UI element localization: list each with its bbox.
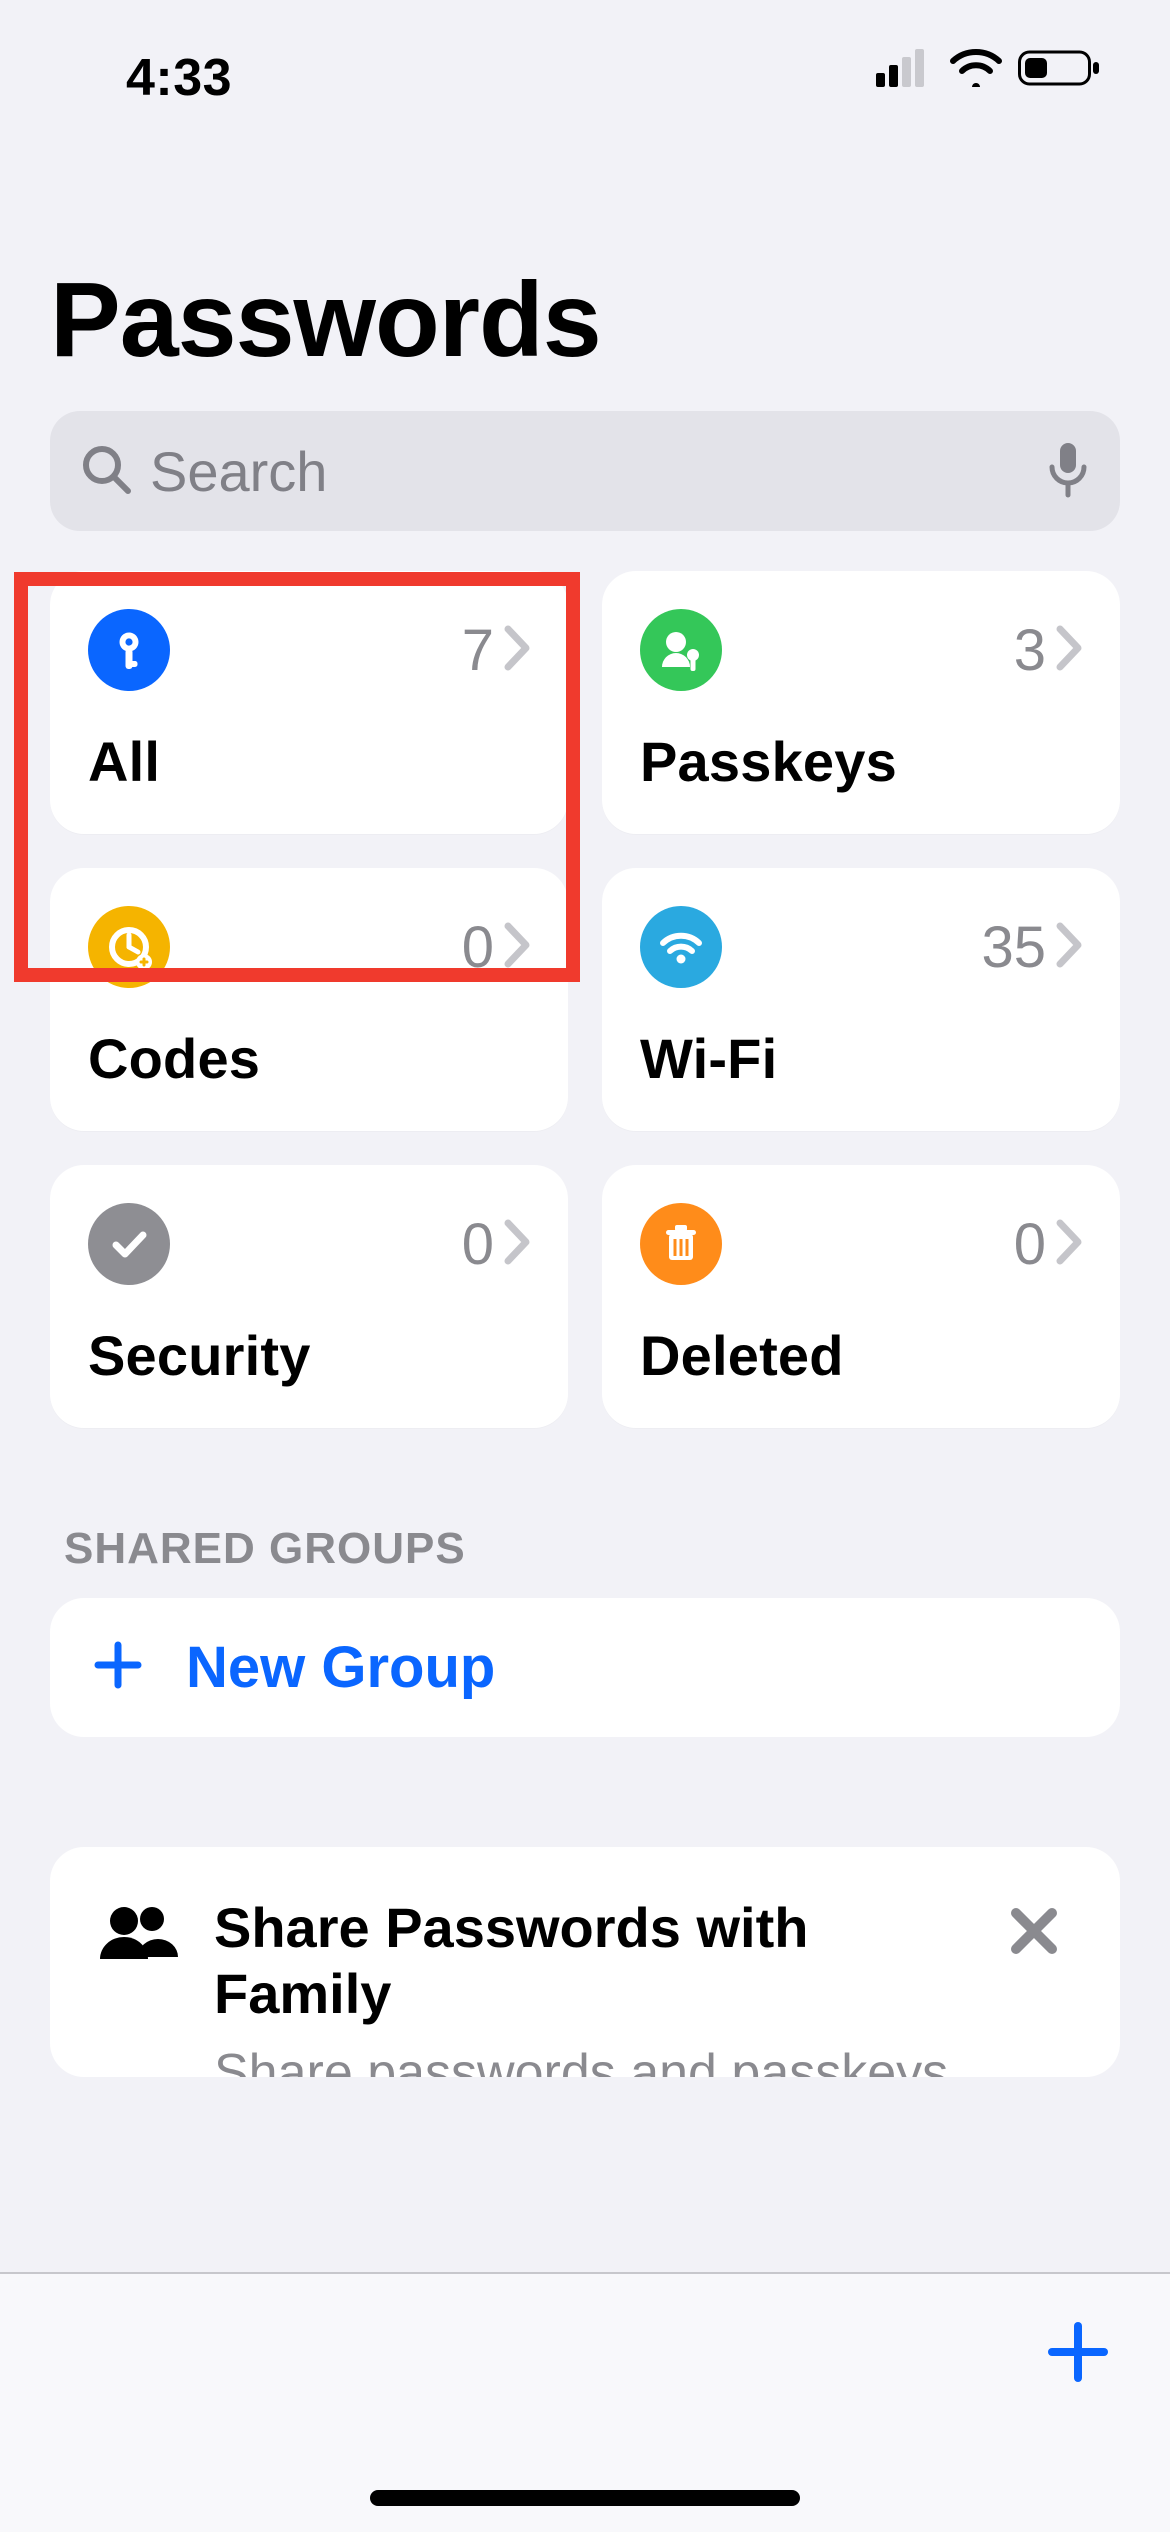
section-header-shared-groups: SHARED GROUPS <box>50 1428 1120 1598</box>
checkmark-icon <box>88 1203 170 1285</box>
share-card-title: Share Passwords with Family <box>214 1895 976 2027</box>
tile-all[interactable]: 7 All <box>50 571 568 834</box>
people-icon <box>94 1895 186 1970</box>
codes-icon <box>88 906 170 988</box>
chevron-right-icon <box>500 623 534 678</box>
chevron-right-icon <box>500 1217 534 1272</box>
tile-security-count: 0 <box>462 1211 494 1278</box>
tile-codes-label: Codes <box>88 990 534 1091</box>
search-bar[interactable] <box>50 411 1120 531</box>
tile-all-count: 7 <box>462 617 494 684</box>
status-bar: 4:33 <box>0 0 1170 140</box>
add-button[interactable] <box>1042 2316 1114 2393</box>
chevron-right-icon <box>1052 920 1086 975</box>
tile-wifi-count: 35 <box>981 914 1046 981</box>
mic-icon[interactable] <box>1046 439 1090 504</box>
new-group-button[interactable]: New Group <box>50 1598 1120 1737</box>
plus-icon <box>90 1637 146 1698</box>
tile-all-label: All <box>88 693 534 794</box>
search-input[interactable] <box>150 439 1028 504</box>
new-group-label: New Group <box>186 1634 495 1701</box>
passkey-icon <box>640 609 722 691</box>
status-time: 4:33 <box>56 48 232 108</box>
key-icon <box>88 609 170 691</box>
tile-passkeys-count: 3 <box>1014 617 1046 684</box>
wifi-tile-icon <box>640 906 722 988</box>
tile-codes[interactable]: 0 Codes <box>50 868 568 1131</box>
tile-deleted-count: 0 <box>1014 1211 1046 1278</box>
bottom-toolbar <box>0 2272 1170 2532</box>
tile-deleted[interactable]: 0 Deleted <box>602 1165 1120 1428</box>
search-icon <box>80 443 132 500</box>
chevron-right-icon <box>1052 1217 1086 1272</box>
status-indicators <box>876 48 1114 93</box>
trash-icon <box>640 1203 722 1285</box>
battery-icon <box>1018 48 1102 93</box>
home-indicator <box>370 2490 800 2506</box>
category-grid: 7 All <box>50 571 1120 1428</box>
tile-passkeys-label: Passkeys <box>640 693 1086 794</box>
cellular-icon <box>876 49 934 92</box>
tile-deleted-label: Deleted <box>640 1287 1086 1388</box>
tile-security[interactable]: 0 Security <box>50 1165 568 1428</box>
page-title: Passwords <box>0 140 1170 411</box>
chevron-right-icon <box>500 920 534 975</box>
tile-security-label: Security <box>88 1287 534 1388</box>
share-passwords-card[interactable]: Share Passwords with Family Share passwo… <box>50 1847 1120 2077</box>
tile-passkeys[interactable]: 3 Passkeys <box>602 571 1120 834</box>
tile-codes-count: 0 <box>462 914 494 981</box>
wifi-icon <box>950 49 1002 92</box>
tile-wifi-label: Wi-Fi <box>640 990 1086 1091</box>
chevron-right-icon <box>1052 623 1086 678</box>
share-card-body: Share passwords and passkeys safely and <box>214 2027 976 2077</box>
tile-wifi[interactable]: 35 Wi-Fi <box>602 868 1120 1131</box>
close-icon[interactable] <box>1004 1895 1076 1966</box>
